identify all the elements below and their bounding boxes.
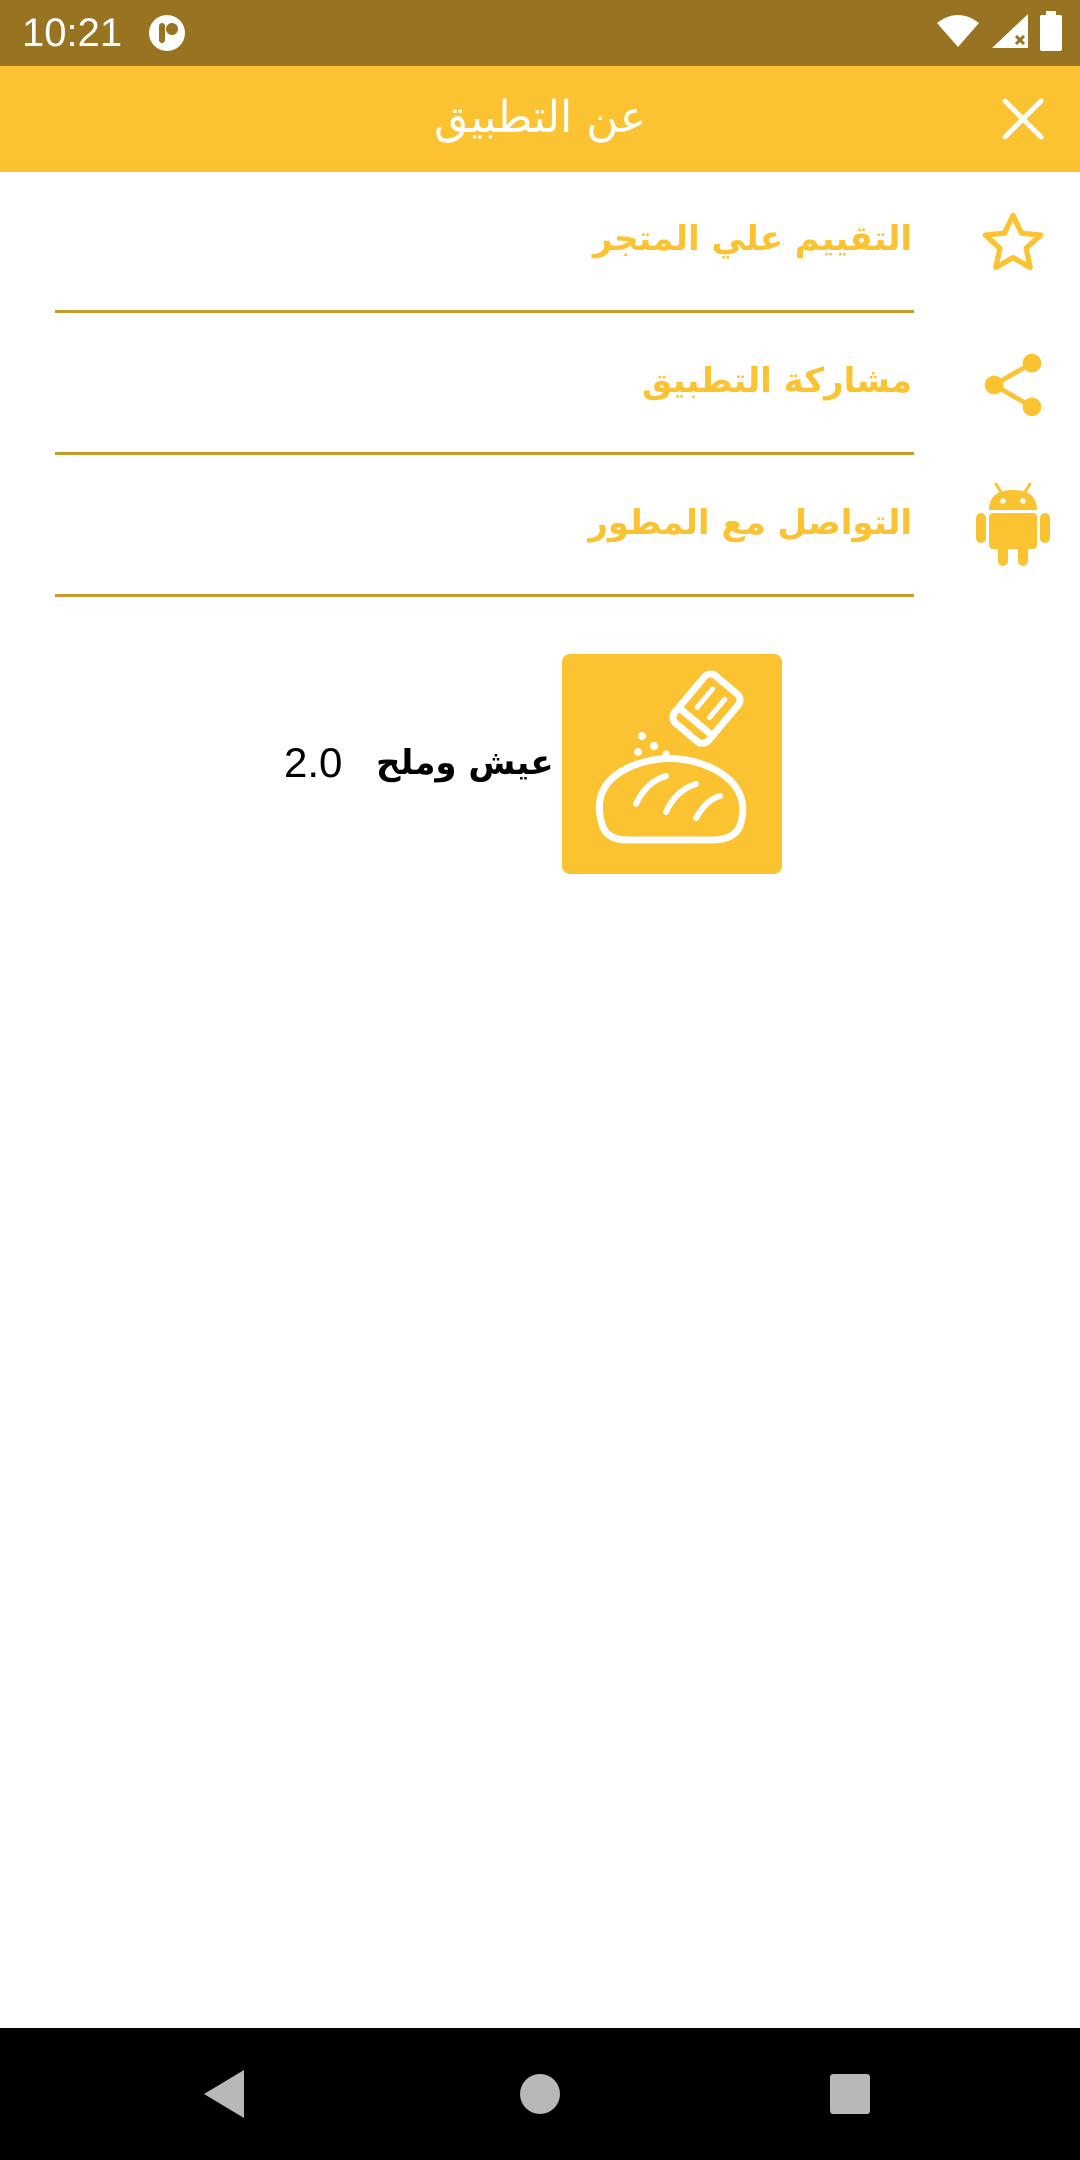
cell-signal-icon — [990, 12, 1030, 54]
close-icon — [1002, 98, 1044, 140]
divider — [55, 310, 914, 313]
share-icon — [976, 348, 1050, 422]
page-title: عن التطبيق — [434, 92, 646, 143]
back-triangle-icon — [204, 2070, 244, 2118]
app-version: 2.0 — [284, 739, 343, 786]
bread-salt-shaker-icon — [562, 654, 782, 874]
battery-icon — [1040, 11, 1062, 55]
home-circle-icon — [520, 2074, 560, 2114]
wifi-icon — [936, 13, 980, 53]
home-button[interactable] — [518, 2072, 562, 2116]
back-button[interactable] — [200, 2068, 248, 2120]
status-time: 10:21 — [22, 11, 123, 55]
notification-app-icon — [148, 14, 186, 52]
android-icon — [976, 482, 1050, 566]
menu-item-label: مشاركة التطبيق — [641, 361, 912, 401]
menu-item-label: التقييم علي المتجر — [592, 219, 912, 259]
divider — [55, 452, 914, 455]
status-bar: 10:21 — [0, 0, 1080, 66]
app-info: عيش وملح 2.0 — [0, 654, 1080, 874]
close-button[interactable] — [996, 92, 1050, 146]
system-nav-bar — [0, 2028, 1080, 2160]
menu-item-share-app[interactable]: مشاركة التطبيق — [0, 314, 1080, 456]
menu-item-rate-store[interactable]: التقييم علي المتجر — [0, 172, 1080, 314]
status-indicators — [936, 11, 1062, 55]
divider — [55, 594, 914, 597]
app-name: عيش وملح — [376, 743, 554, 783]
star-outline-icon — [976, 206, 1050, 280]
recents-square-icon — [830, 2074, 870, 2114]
recents-button[interactable] — [828, 2072, 872, 2116]
menu-item-contact-developer[interactable]: التواصل مع المطور — [0, 456, 1080, 598]
menu-item-label: التواصل مع المطور — [588, 503, 912, 543]
app-bar: عن التطبيق — [0, 66, 1080, 172]
